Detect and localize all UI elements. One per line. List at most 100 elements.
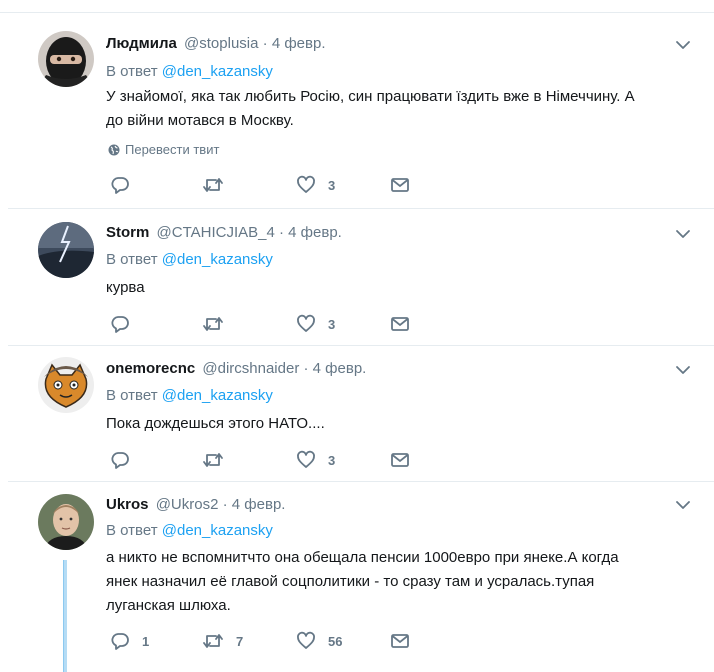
top-divider xyxy=(0,0,714,13)
reply-icon xyxy=(111,316,129,333)
tweet-date[interactable]: 4 февр. xyxy=(232,496,286,513)
tweet-text-line: У знайомої, яка так любить Росію, син пр… xyxy=(106,88,635,105)
chevron-down-icon[interactable] xyxy=(674,36,692,54)
retweet-button[interactable] xyxy=(202,313,236,335)
like-button[interactable]: 3 xyxy=(296,449,335,471)
heart-icon xyxy=(297,631,315,649)
separator-dot: · xyxy=(279,224,284,241)
direct-message-button[interactable] xyxy=(390,449,410,471)
like-count: 3 xyxy=(328,177,336,193)
retweet-count: 7 xyxy=(236,633,244,649)
retweet-icon xyxy=(203,453,223,467)
tweet-header: Storm @CTAHICJIAB_4 · 4 февр. xyxy=(106,224,342,244)
tweet-actions: 1 7 56 xyxy=(108,630,428,652)
separator-dot: · xyxy=(262,35,268,52)
retweet-icon xyxy=(203,317,223,331)
envelope-icon xyxy=(391,178,409,192)
author-handle[interactable]: @stoplusia xyxy=(184,35,258,52)
tweet[interactable]: Storm @CTAHICJIAB_4 · 4 февр. В ответ @d… xyxy=(8,209,714,346)
reply-icon xyxy=(111,452,129,469)
mention-link[interactable]: @den_kazansky xyxy=(162,522,273,539)
tweet-actions: 3 xyxy=(108,174,428,196)
tweet-text: курва xyxy=(106,276,678,300)
tweet-text-line: до війни мотався в Москву. xyxy=(106,112,294,129)
reply-prefix: В ответ xyxy=(106,522,158,539)
envelope-icon xyxy=(391,453,409,467)
reply-button[interactable] xyxy=(110,174,142,196)
retweet-icon xyxy=(203,178,223,192)
retweet-button[interactable] xyxy=(202,449,236,471)
chevron-down-icon[interactable] xyxy=(674,225,692,243)
chevron-down-icon[interactable] xyxy=(674,361,692,379)
envelope-icon xyxy=(391,634,409,648)
reply-icon xyxy=(111,633,129,650)
retweet-icon xyxy=(203,634,223,648)
retweet-button[interactable] xyxy=(202,174,236,196)
reply-context: В ответ @den_kazansky xyxy=(106,251,273,268)
author-name[interactable]: Ukros xyxy=(106,496,149,513)
tweet-text: Пока дождешься этого НАТО.... xyxy=(106,412,678,436)
tweet-text-line: луганская шлюха. xyxy=(106,597,231,614)
reply-icon xyxy=(111,177,129,194)
tweet-text: У знайомої, яка так любить Росію, син пр… xyxy=(106,85,678,133)
like-button[interactable]: 3 xyxy=(296,174,335,196)
reply-context: В ответ @den_kazansky xyxy=(106,63,273,80)
reply-button[interactable]: 1 xyxy=(110,630,149,652)
like-button[interactable]: 56 xyxy=(296,630,342,652)
tweet-date[interactable]: 4 февр. xyxy=(272,35,326,52)
like-count: 3 xyxy=(328,452,336,468)
tweet-text-line: а никто не вспомнитчто она обещала пенси… xyxy=(106,549,619,566)
mention-link[interactable]: @den_kazansky xyxy=(162,387,273,404)
heart-icon xyxy=(297,314,315,332)
tweet-date[interactable]: 4 февр. xyxy=(313,360,367,377)
avatar[interactable] xyxy=(38,31,94,87)
reply-prefix: В ответ xyxy=(106,251,158,268)
translate-button[interactable]: Перевести твит xyxy=(108,142,219,157)
tweet-text-line: янек назначил её главой соцполитики - то… xyxy=(106,573,595,590)
heart-icon xyxy=(297,450,315,468)
direct-message-button[interactable] xyxy=(390,313,410,335)
avatar[interactable] xyxy=(38,222,94,278)
reply-context: В ответ @den_kazansky xyxy=(106,522,273,539)
reply-count: 1 xyxy=(142,633,150,649)
like-button[interactable]: 3 xyxy=(296,313,335,335)
author-name[interactable]: Storm xyxy=(106,224,149,241)
reply-context: В ответ @den_kazansky xyxy=(106,387,273,404)
tweet-text-line: курва xyxy=(106,279,145,296)
author-handle[interactable]: @dircshnaider xyxy=(202,360,299,377)
mention-link[interactable]: @den_kazansky xyxy=(162,251,273,268)
tweet-header: onemorecnc @dircshnaider · 4 февр. xyxy=(106,360,366,380)
tweet-text: а никто не вспомнитчто она обещала пенси… xyxy=(106,546,678,618)
avatar[interactable] xyxy=(38,494,94,550)
direct-message-button[interactable] xyxy=(390,174,410,196)
heart-icon xyxy=(297,175,315,193)
reply-button[interactable] xyxy=(110,313,142,335)
author-name[interactable]: Людмила xyxy=(106,35,177,52)
retweet-button[interactable]: 7 xyxy=(202,630,243,652)
mention-link[interactable]: @den_kazansky xyxy=(162,63,273,80)
tweet-header: Людмила @stoplusia · 4 февр. xyxy=(106,35,325,55)
tweet[interactable]: Ukros @Ukros2 · 4 февр. В ответ @den_kaz… xyxy=(8,482,714,672)
tweet-date[interactable]: 4 февр. xyxy=(288,224,342,241)
tweet-actions: 3 xyxy=(108,313,428,335)
separator-dot: · xyxy=(303,360,309,377)
envelope-icon xyxy=(391,317,409,331)
separator-dot: · xyxy=(222,496,228,513)
thread-connector-line xyxy=(63,560,67,672)
reply-button[interactable] xyxy=(110,449,142,471)
direct-message-button[interactable] xyxy=(390,630,410,652)
globe-icon xyxy=(108,144,120,155)
reply-prefix: В ответ xyxy=(106,63,158,80)
author-name[interactable]: onemorecnc xyxy=(106,360,195,377)
avatar[interactable] xyxy=(38,357,94,413)
author-handle[interactable]: @Ukros2 xyxy=(156,496,219,513)
tweet[interactable]: Людмила @stoplusia · 4 февр. В ответ @de… xyxy=(8,18,714,209)
tweet[interactable]: onemorecnc @dircshnaider · 4 февр. В отв… xyxy=(8,346,714,482)
like-count: 3 xyxy=(328,316,336,332)
tweet-header: Ukros @Ukros2 · 4 февр. xyxy=(106,496,285,516)
author-handle[interactable]: @CTAHICJIAB_4 xyxy=(157,224,275,241)
translate-label: Перевести твит xyxy=(125,142,220,157)
chevron-down-icon[interactable] xyxy=(674,496,692,514)
tweet-actions: 3 xyxy=(108,449,428,471)
reply-prefix: В ответ xyxy=(106,387,158,404)
